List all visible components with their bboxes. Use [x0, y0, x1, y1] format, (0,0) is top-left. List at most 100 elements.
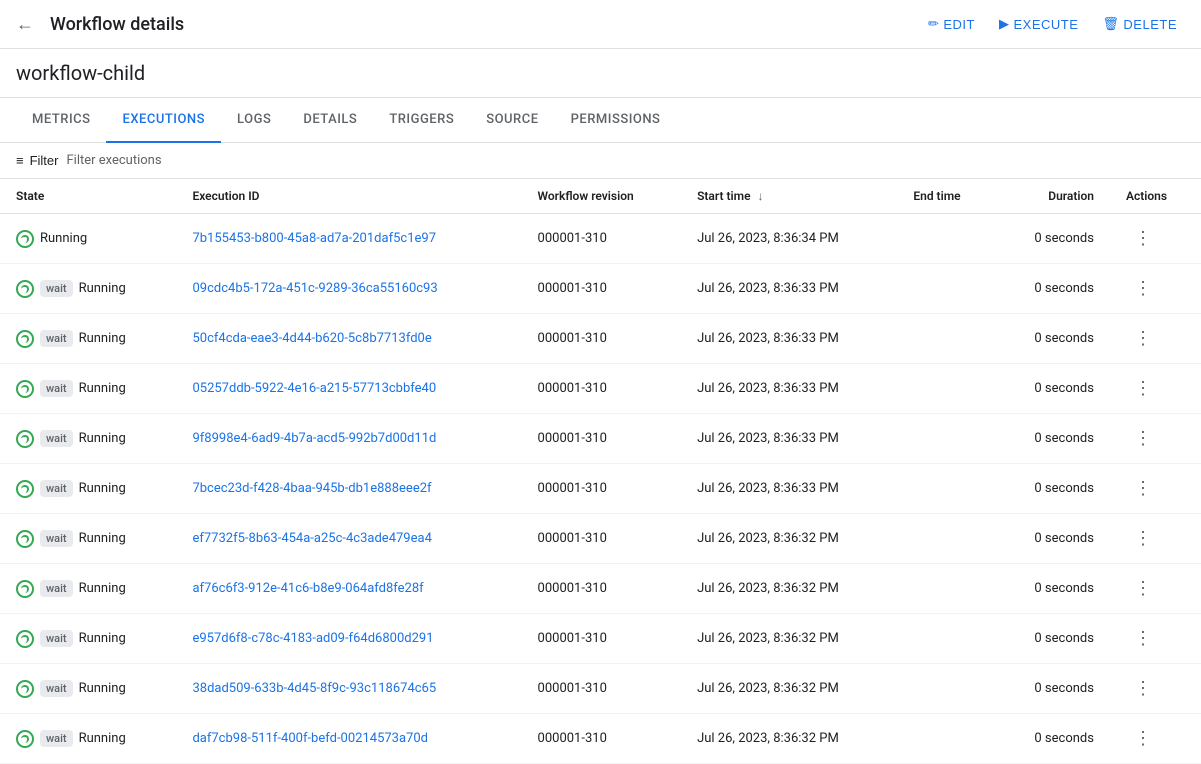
trash-icon: 🗑 — [1102, 16, 1119, 32]
execution-id-link[interactable]: daf7cb98-511f-400f-befd-00214573a70d — [192, 731, 428, 746]
header-actions: ✏ EDIT ▶ EXECUTE 🗑 DELETE — [920, 10, 1185, 38]
filter-placeholder: Filter executions — [66, 153, 161, 168]
col-workflow-revision[interactable]: Workflow revision — [522, 179, 682, 214]
state-cell: waitRunning — [0, 564, 176, 614]
state-text: Running — [40, 231, 87, 246]
tab-permissions[interactable]: PERMISSIONS — [555, 98, 677, 143]
filter-button[interactable]: ≡ Filter — [16, 153, 58, 168]
end-time-cell — [897, 364, 996, 414]
col-state[interactable]: State — [0, 179, 176, 214]
revision-cell: 000001-310 — [522, 414, 682, 464]
state-cell: waitRunning — [0, 464, 176, 514]
actions-cell: ⋮ — [1110, 264, 1201, 314]
row-actions-button[interactable]: ⋮ — [1126, 524, 1160, 553]
filter-bar: ≡ Filter Filter executions — [0, 143, 1201, 179]
pencil-icon: ✏ — [928, 16, 939, 32]
tab-executions[interactable]: EXECUTIONS — [106, 98, 221, 143]
col-execution-id[interactable]: Execution ID — [176, 179, 521, 214]
tab-source[interactable]: SOURCE — [470, 98, 554, 143]
revision-cell: 000001-310 — [522, 364, 682, 414]
end-time-cell — [897, 714, 996, 764]
end-time-cell — [897, 464, 996, 514]
table-row: waitRunning09cdc4b5-172a-451c-9289-36ca5… — [0, 264, 1201, 314]
execution-id-link[interactable]: e957d6f8-c78c-4183-ad09-f64d6800d291 — [192, 631, 433, 646]
col-end-time[interactable]: End time — [897, 179, 996, 214]
tabs-bar: METRICS EXECUTIONS LOGS DETAILS TRIGGERS… — [0, 98, 1201, 143]
end-time-cell — [897, 314, 996, 364]
execution-id-cell: af76c6f3-912e-41c6-b8e9-064afd8fe28f — [176, 564, 521, 614]
execution-id-link[interactable]: 9f8998e4-6ad9-4b7a-acd5-992b7d00d11d — [192, 431, 436, 446]
row-actions-button[interactable]: ⋮ — [1126, 574, 1160, 603]
running-icon — [16, 680, 34, 698]
row-actions-button[interactable]: ⋮ — [1126, 624, 1160, 653]
start-time-cell: Jul 26, 2023, 8:36:33 PM — [681, 414, 897, 464]
row-actions-button[interactable]: ⋮ — [1126, 224, 1160, 253]
row-actions-button[interactable]: ⋮ — [1126, 274, 1160, 303]
duration-cell: 0 seconds — [996, 364, 1110, 414]
tab-details[interactable]: DETAILS — [287, 98, 373, 143]
col-start-time[interactable]: Start time ↓ — [681, 179, 897, 214]
back-button[interactable]: ← — [16, 14, 34, 35]
col-duration[interactable]: Duration — [996, 179, 1110, 214]
revision-cell: 000001-310 — [522, 464, 682, 514]
execution-id-link[interactable]: ef7732f5-8b63-454a-a25c-4c3ade479ea4 — [192, 531, 431, 546]
state-cell: waitRunning — [0, 364, 176, 414]
running-icon — [16, 230, 34, 248]
row-actions-button[interactable]: ⋮ — [1126, 674, 1160, 703]
tab-metrics[interactable]: METRICS — [16, 98, 106, 143]
execution-id-link[interactable]: af76c6f3-912e-41c6-b8e9-064afd8fe28f — [192, 581, 423, 596]
execution-id-cell: 7bcec23d-f428-4baa-945b-db1e888eee2f — [176, 464, 521, 514]
tab-triggers[interactable]: TRIGGERS — [373, 98, 470, 143]
table-row: waitRunning 05257ddb-5922-4e16-a215-57713… — [0, 364, 1201, 414]
duration-cell: 0 seconds — [996, 564, 1110, 614]
execution-id-cell: 09cdc4b5-172a-451c-9289-36ca55160c93 — [176, 264, 521, 314]
wait-badge: wait — [40, 630, 73, 647]
actions-cell: ⋮ — [1110, 714, 1201, 764]
execution-id-link[interactable]: 50cf4cda-eae3-4d44-b620-5c8b7713fd0e — [192, 331, 431, 346]
duration-cell: 0 seconds — [996, 714, 1110, 764]
execution-id-cell: 50cf4cda-eae3-4d44-b620-5c8b7713fd0e — [176, 314, 521, 364]
actions-cell: ⋮ — [1110, 414, 1201, 464]
start-time-cell: Jul 26, 2023, 8:36:32 PM — [681, 664, 897, 714]
table-row: waitRunning38dad509-633b-4d45-8f9c-93c11… — [0, 664, 1201, 714]
duration-cell: 0 seconds — [996, 664, 1110, 714]
end-time-cell — [897, 264, 996, 314]
execute-button[interactable]: ▶ EXECUTE — [991, 10, 1086, 38]
tab-logs[interactable]: LOGS — [221, 98, 287, 143]
actions-cell: ⋮ — [1110, 664, 1201, 714]
row-actions-button[interactable]: ⋮ — [1126, 324, 1160, 353]
execution-id-link[interactable]: 7bcec23d-f428-4baa-945b-db1e888eee2f — [192, 481, 431, 496]
execution-id-link[interactable]: 7b155453-b800-45a8-ad7a-201daf5c1e97 — [192, 231, 436, 246]
end-time-cell — [897, 564, 996, 614]
execution-id-link[interactable]: 05257ddb-5922-4e16-a215-57713cbbfe40 — [192, 381, 436, 396]
table-row: waitRunning50cf4cda-eae3-4d44-b620-5c8b7… — [0, 314, 1201, 364]
state-text: Running — [79, 481, 126, 496]
edit-button[interactable]: ✏ EDIT — [920, 10, 983, 38]
row-actions-button[interactable]: ⋮ — [1126, 424, 1160, 453]
wait-badge: wait — [40, 680, 73, 697]
running-icon — [16, 630, 34, 648]
row-actions-button[interactable]: ⋮ — [1126, 724, 1160, 753]
row-actions-button[interactable]: ⋮ — [1126, 374, 1160, 403]
actions-cell: ⋮ — [1110, 364, 1201, 414]
end-time-cell — [897, 614, 996, 664]
duration-cell: 0 seconds — [996, 614, 1110, 664]
execution-id-cell: 9f8998e4-6ad9-4b7a-acd5-992b7d00d11d — [176, 414, 521, 464]
execution-id-link[interactable]: 38dad509-633b-4d45-8f9c-93c118674c65 — [192, 681, 436, 696]
actions-cell: ⋮ — [1110, 614, 1201, 664]
start-time-cell: Jul 26, 2023, 8:36:33 PM — [681, 314, 897, 364]
running-icon — [16, 430, 34, 448]
row-actions-button[interactable]: ⋮ — [1126, 474, 1160, 503]
wait-badge: wait — [40, 330, 73, 347]
state-cell: Running — [0, 214, 176, 264]
running-icon — [16, 730, 34, 748]
revision-cell: 000001-310 — [522, 514, 682, 564]
delete-button[interactable]: 🗑 DELETE — [1094, 10, 1185, 38]
table-row: waitRunning9f8998e4-6ad9-4b7a-acd5-992b7… — [0, 414, 1201, 464]
execution-id-cell: ef7732f5-8b63-454a-a25c-4c3ade479ea4 — [176, 514, 521, 564]
col-actions: Actions — [1110, 179, 1201, 214]
revision-cell: 000001-310 — [522, 614, 682, 664]
state-text: Running — [79, 281, 126, 296]
execution-id-link[interactable]: 09cdc4b5-172a-451c-9289-36ca55160c93 — [192, 281, 437, 296]
revision-cell: 000001-310 — [522, 564, 682, 614]
